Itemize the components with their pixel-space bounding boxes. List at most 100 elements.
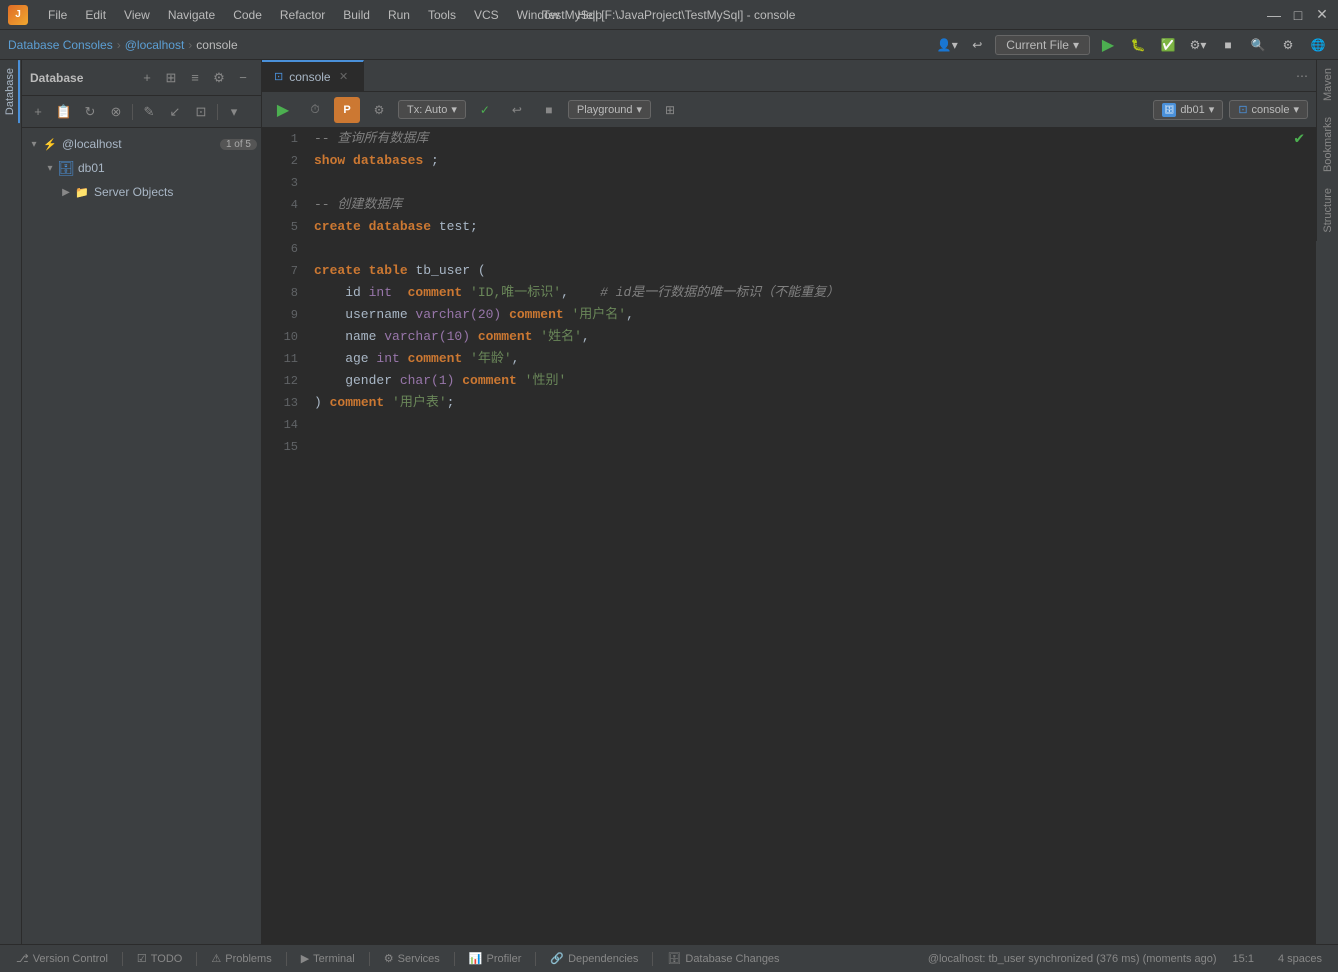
- ok-check-mark: ✔: [1294, 128, 1304, 150]
- tree-icon-server-objects: 📁: [74, 184, 90, 200]
- tree-label-db01: db01: [78, 161, 257, 175]
- status-services[interactable]: ⚙ Services: [376, 950, 448, 967]
- db-new-btn[interactable]: +: [26, 100, 50, 124]
- status-position[interactable]: 15:1: [1225, 951, 1262, 967]
- code-line-12: gender char(1) comment '性别': [314, 370, 1308, 392]
- services-icon: ⚙: [384, 952, 394, 965]
- code-line-11: age int comment '年龄' ,: [314, 348, 1308, 370]
- kw2-int-2: int: [376, 348, 399, 370]
- db-settings-btn[interactable]: ⚙: [209, 68, 229, 88]
- tx-dropdown[interactable]: Tx: Auto ▾: [398, 100, 466, 119]
- run-sql-btn[interactable]: ▶: [270, 97, 296, 123]
- sql-settings-btn[interactable]: ⚙: [366, 97, 392, 123]
- console-tab-close[interactable]: ✕: [337, 70, 351, 84]
- db-remove-btn[interactable]: ⊗: [104, 100, 128, 124]
- tree-arrow-server-objects: ▶: [58, 184, 74, 200]
- stop-nav-btn[interactable]: ■: [1216, 33, 1240, 57]
- status-db-changes[interactable]: 🗄 Database Changes: [659, 950, 787, 967]
- line-num-4: 4: [262, 194, 298, 216]
- db-view-btn[interactable]: ⊡: [189, 100, 213, 124]
- db-copy-btn[interactable]: 📋: [52, 100, 76, 124]
- status-profiler[interactable]: 📊 Profiler: [461, 950, 530, 967]
- code-line-6: [314, 238, 1308, 260]
- db-collapse-btn[interactable]: ≡: [185, 68, 205, 88]
- menu-run[interactable]: Run: [380, 6, 418, 24]
- run-nav-btn[interactable]: ▶: [1096, 33, 1120, 57]
- status-terminal[interactable]: ▶ Terminal: [293, 950, 363, 967]
- console-tab-main[interactable]: ⊡ console ✕: [262, 60, 364, 91]
- kw2-varchar-2: varchar(10): [384, 326, 470, 348]
- commit-btn[interactable]: ✓: [472, 97, 498, 123]
- status-todo[interactable]: ☑ TODO: [129, 950, 190, 967]
- code-editor[interactable]: 1 2 3 4 5 6 ✔ 7 8 9 10 11 12 13 14 15: [262, 128, 1316, 944]
- status-dependencies[interactable]: 🔗 Dependencies: [542, 950, 646, 967]
- current-file-button[interactable]: Current File ▾: [995, 35, 1090, 55]
- db-jump-btn[interactable]: ↙: [163, 100, 187, 124]
- str-2: '用户名': [571, 304, 626, 326]
- history-btn[interactable]: ⏱: [302, 97, 328, 123]
- db-close-btn[interactable]: −: [233, 68, 253, 88]
- code-line-5: create database test;: [314, 216, 1308, 238]
- line-num-7: ✔ 7: [262, 260, 298, 282]
- menu-view[interactable]: View: [116, 6, 158, 24]
- sidebar-item-bookmarks[interactable]: Bookmarks: [1319, 109, 1337, 180]
- status-indent[interactable]: 4 spaces: [1270, 951, 1330, 967]
- str-4: '年龄': [470, 348, 512, 370]
- status-problems[interactable]: ⚠ Problems: [203, 950, 279, 967]
- menu-build[interactable]: Build: [335, 6, 378, 24]
- tab-more-btn[interactable]: ⋯: [1296, 69, 1308, 83]
- table-view-btn[interactable]: ⊞: [657, 97, 683, 123]
- menu-navigate[interactable]: Navigate: [160, 6, 223, 24]
- kw-comment-3: comment: [478, 326, 533, 348]
- coverage-btn[interactable]: ✅: [1156, 33, 1180, 57]
- menu-code[interactable]: Code: [225, 6, 270, 24]
- tree-item-db01[interactable]: ▾ 🗄 db01: [22, 156, 261, 180]
- run-config-btn[interactable]: ⚙▾: [1186, 33, 1210, 57]
- maximize-button[interactable]: □: [1290, 7, 1306, 23]
- menu-edit[interactable]: Edit: [77, 6, 114, 24]
- menu-vcs[interactable]: VCS: [466, 6, 507, 24]
- p-btn[interactable]: P: [334, 97, 360, 123]
- back-icon-btn[interactable]: ↩: [965, 33, 989, 57]
- db-panel-title: Database: [30, 71, 83, 85]
- menu-file[interactable]: File: [40, 6, 75, 24]
- kw2-varchar-1: varchar(20): [415, 304, 501, 326]
- tree-icon-db01: 🗄: [58, 160, 74, 176]
- sidebar-item-database[interactable]: Database: [1, 60, 20, 123]
- sidebar-item-structure[interactable]: Structure: [1319, 180, 1337, 241]
- db-add-btn[interactable]: +: [137, 68, 157, 88]
- rollback-btn[interactable]: ↩: [504, 97, 530, 123]
- search-btn[interactable]: 🔍: [1246, 33, 1270, 57]
- console-selector-arrow: ▾: [1293, 103, 1299, 116]
- stop-sql-btn[interactable]: ■: [536, 97, 562, 123]
- line-num-8: 8: [262, 282, 298, 304]
- status-sep4: [369, 952, 370, 966]
- breadcrumb-localhost[interactable]: @localhost: [125, 38, 185, 52]
- tree-item-server-objects[interactable]: ▶ 📁 Server Objects: [22, 180, 261, 204]
- console-selector-label: console: [1252, 104, 1290, 116]
- user-icon-btn[interactable]: 👤▾: [935, 33, 959, 57]
- minimize-button[interactable]: —: [1266, 7, 1282, 23]
- close-button[interactable]: ✕: [1314, 7, 1330, 23]
- menu-refactor[interactable]: Refactor: [272, 6, 333, 24]
- debug-btn[interactable]: 🐛: [1126, 33, 1150, 57]
- vc-icon: ⎇: [16, 952, 29, 965]
- playground-btn[interactable]: Playground ▾: [568, 100, 651, 119]
- console-selector[interactable]: ⊡ console ▾: [1229, 100, 1308, 119]
- settings-btn[interactable]: ⚙: [1276, 33, 1300, 57]
- db-selector[interactable]: 🗄 db01 ▾: [1153, 100, 1223, 120]
- sidebar-item-maven[interactable]: Maven: [1319, 60, 1337, 109]
- db-expand-btn[interactable]: ⊞: [161, 68, 181, 88]
- breadcrumb-database-consoles[interactable]: Database Consoles: [8, 38, 113, 52]
- update-btn[interactable]: 🌐: [1306, 33, 1330, 57]
- tree-item-localhost[interactable]: ▾ ⚡ @localhost 1 of 5: [22, 132, 261, 156]
- db-edit-btn[interactable]: ✎: [137, 100, 161, 124]
- status-sep1: [122, 952, 123, 966]
- db-filter-btn[interactable]: ▾: [222, 100, 246, 124]
- status-version-control[interactable]: ⎇ Version Control: [8, 950, 116, 967]
- db-refresh-btn[interactable]: ↻: [78, 100, 102, 124]
- db-selector-label: db01: [1180, 104, 1204, 116]
- breadcrumb-sep2: ›: [188, 38, 192, 52]
- menu-tools[interactable]: Tools: [420, 6, 464, 24]
- status-sep3: [286, 952, 287, 966]
